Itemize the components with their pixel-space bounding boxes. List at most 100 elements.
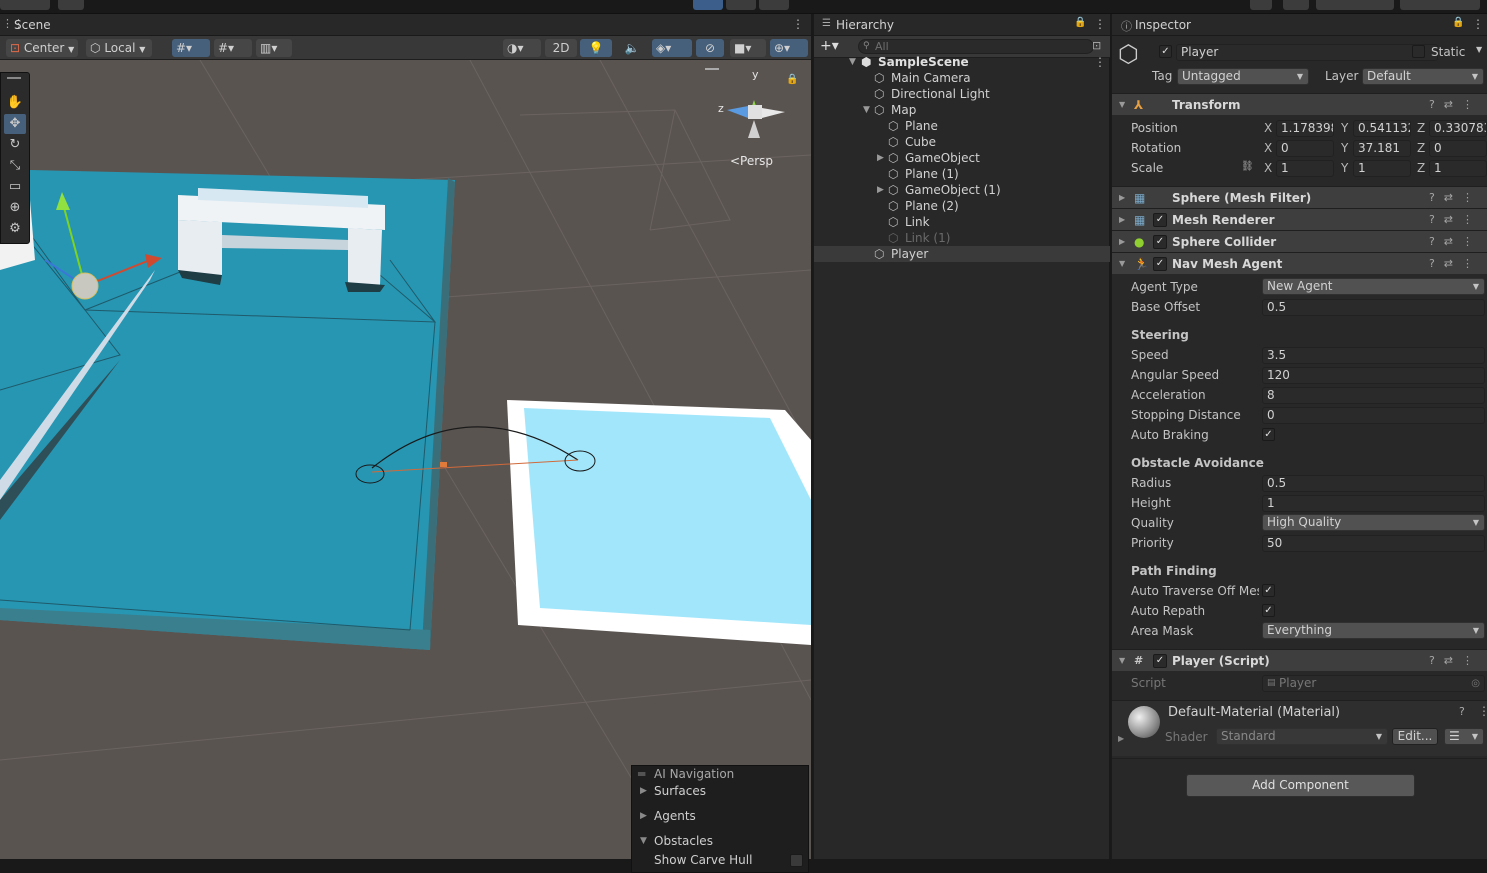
add-object-button[interactable]: +▾ [820,38,839,54]
layers-dropdown[interactable] [1316,0,1394,10]
speed-field[interactable]: 3.5 [1262,347,1485,364]
search-options-icon[interactable]: ⊡ [1092,39,1101,52]
scale-x-field[interactable]: 1 [1276,160,1334,177]
toggle-2d-button[interactable]: 2D [545,39,577,57]
snap-increment-button[interactable]: #▾ [214,39,252,57]
camera-dropdown[interactable]: ■▾ [730,39,766,57]
hierarchy-item-directional-light[interactable]: ⬡ Directional Light [814,86,1110,102]
auto-repath-checkbox[interactable]: ✓ [1262,604,1275,617]
hierarchy-item-plane-1[interactable]: ⬡ Plane (1) [814,166,1110,182]
tag-dropdown[interactable]: Untagged ▼ [1177,68,1309,85]
hierarchy-item-player[interactable]: ⬡ Player [814,246,1110,262]
scale-tool-icon[interactable]: ⤡ [4,156,26,176]
auto-braking-checkbox[interactable]: ✓ [1262,428,1275,441]
kebab-menu-icon[interactable]: ⋮ [792,17,804,31]
component-actions[interactable]: ?⇄⋮ [1429,187,1482,209]
player-script-header[interactable]: ▼ # ✓ Player (Script) ?⇄⋮ [1112,649,1487,671]
play-button[interactable] [693,0,723,10]
grid-snap-button[interactable]: #▾ [172,39,210,57]
hierarchy-item-plane-2[interactable]: ⬡ Plane (2) [814,198,1110,214]
mesh-filter-header[interactable]: ▶ ▦ Sphere (Mesh Filter) ?⇄⋮ [1112,186,1487,208]
position-y-field[interactable]: 0.541132 [1353,120,1411,137]
audio-icon[interactable]: 🔈 [616,39,648,57]
edit-shader-button[interactable]: Edit... [1392,728,1438,745]
tab-scene[interactable]: Scene [14,18,51,32]
acceleration-field[interactable]: 8 [1262,387,1485,404]
radius-field[interactable]: 0.5 [1262,475,1485,492]
transform-header[interactable]: ▼ ⅄ Transform ?⇄⋮ [1112,93,1487,115]
lighting-icon[interactable]: 💡 [580,39,612,57]
effects-dropdown[interactable]: ◈▾ [652,39,692,57]
quality-dropdown[interactable]: High Quality ▼ [1262,514,1485,531]
static-checkbox[interactable] [1412,45,1425,58]
position-z-field[interactable]: 0.330783 [1429,120,1487,137]
history-icon[interactable] [1250,0,1272,10]
mesh-renderer-header[interactable]: ▶ ▦ ✓ Mesh Renderer ?⇄⋮ [1112,208,1487,230]
tab-hierarchy[interactable]: Hierarchy [836,18,894,32]
hierarchy-item-main-camera[interactable]: ⬡ Main Camera [814,70,1110,86]
hidden-objects-icon[interactable]: ⊘ [696,39,724,57]
step-button[interactable] [759,0,789,10]
angular-speed-field[interactable]: 120 [1262,367,1485,384]
rotate-tool-icon[interactable]: ↻ [4,135,26,155]
position-x-field[interactable]: 1.178398 [1276,120,1334,137]
lock-icon[interactable]: 🔒 [1074,17,1086,28]
hierarchy-item-gameobject[interactable]: ▶ ⬡ GameObject [814,150,1110,166]
add-component-button[interactable]: Add Component [1186,774,1415,797]
height-field[interactable]: 1 [1262,495,1485,512]
hand-tool-icon[interactable]: ✋ [4,93,26,113]
kebab-menu-icon[interactable]: ⋮ [1472,17,1484,31]
hierarchy-item-link[interactable]: ⬡ Link [814,214,1110,230]
ai-nav-obstacles[interactable]: ▼ Obstacles [632,831,808,851]
kebab-menu-icon[interactable]: ⋮ [1094,54,1106,70]
component-actions[interactable]: ?⇄⋮ [1429,253,1482,275]
active-checkbox[interactable]: ✓ [1159,45,1172,58]
scene-viewport[interactable]: y z 🔒 <Persp [0,60,811,859]
priority-field[interactable]: 50 [1262,535,1485,552]
lock-icon[interactable]: 🔒 [786,74,798,85]
shader-dropdown[interactable]: Standard ▼ [1216,728,1388,745]
ai-nav-surfaces[interactable]: ▶ Surfaces [632,781,808,801]
space-dropdown[interactable]: ⬡ Local ▼ [86,39,152,57]
component-actions[interactable]: ?⇄⋮ [1429,94,1482,116]
move-tool-icon[interactable]: ✥ [4,114,26,134]
transform-tool-icon[interactable]: ⊕ [4,198,26,218]
hierarchy-item-link-1[interactable]: ⬡ Link (1) [814,230,1110,246]
drag-handle-icon[interactable] [705,68,719,70]
grid-visibility-button[interactable]: ▥▾ [256,39,292,57]
show-carve-hull-checkbox[interactable] [790,854,803,867]
pause-button[interactable] [726,0,756,10]
shader-options-dropdown[interactable]: ☰ ▼ [1444,728,1484,745]
stopping-distance-field[interactable]: 0 [1262,407,1485,424]
account-dropdown[interactable] [0,0,50,10]
component-actions[interactable]: ?⇄⋮ [1429,209,1482,231]
rotation-z-field[interactable]: 0 [1429,140,1487,157]
mesh-renderer-enabled-checkbox[interactable]: ✓ [1153,213,1167,227]
search-icon[interactable] [1283,0,1309,10]
rect-tool-icon[interactable]: ▭ [4,177,26,197]
static-dropdown-icon[interactable]: ▼ [1476,45,1482,54]
agent-type-dropdown[interactable]: New Agent ▼ [1262,278,1485,295]
draw-mode-dropdown[interactable]: ◑▾ [503,39,541,57]
hierarchy-scene-row[interactable]: ▼ ⬢ SampleScene ⋮ [814,54,1110,70]
auto-traverse-checkbox[interactable]: ✓ [1262,584,1275,597]
rotation-x-field[interactable]: 0 [1276,140,1334,157]
pivot-dropdown[interactable]: ⊡ Center ▼ [6,39,78,57]
lock-icon[interactable]: 🔒 [1452,17,1464,28]
rotation-y-field[interactable]: 37.181 [1353,140,1411,157]
nav-mesh-agent-header[interactable]: ▼ 🏃 ✓ Nav Mesh Agent ?⇄⋮ [1112,252,1487,274]
hierarchy-item-gameobject-1[interactable]: ▶ ⬡ GameObject (1) [814,182,1110,198]
base-offset-field[interactable]: 0.5 [1262,299,1485,316]
gizmos-dropdown[interactable]: ⊕▾ [770,39,808,57]
sphere-collider-header[interactable]: ▶ ● ✓ Sphere Collider ?⇄⋮ [1112,230,1487,252]
hierarchy-item-plane[interactable]: ⬡ Plane [814,118,1110,134]
cloud-button[interactable] [58,0,84,10]
object-name-field[interactable]: Player [1176,44,1438,61]
custom-tool-icon[interactable]: ⚙ [4,219,26,239]
ai-nav-agents[interactable]: ▶ Agents [632,806,808,826]
scale-z-field[interactable]: 1 [1429,160,1487,177]
expand-arrow-icon[interactable]: ▶ [1118,734,1124,743]
nav-agent-enabled-checkbox[interactable]: ✓ [1153,257,1167,271]
ai-nav-title[interactable]: ═ AI Navigation [632,766,808,782]
tab-inspector[interactable]: Inspector [1135,18,1191,32]
